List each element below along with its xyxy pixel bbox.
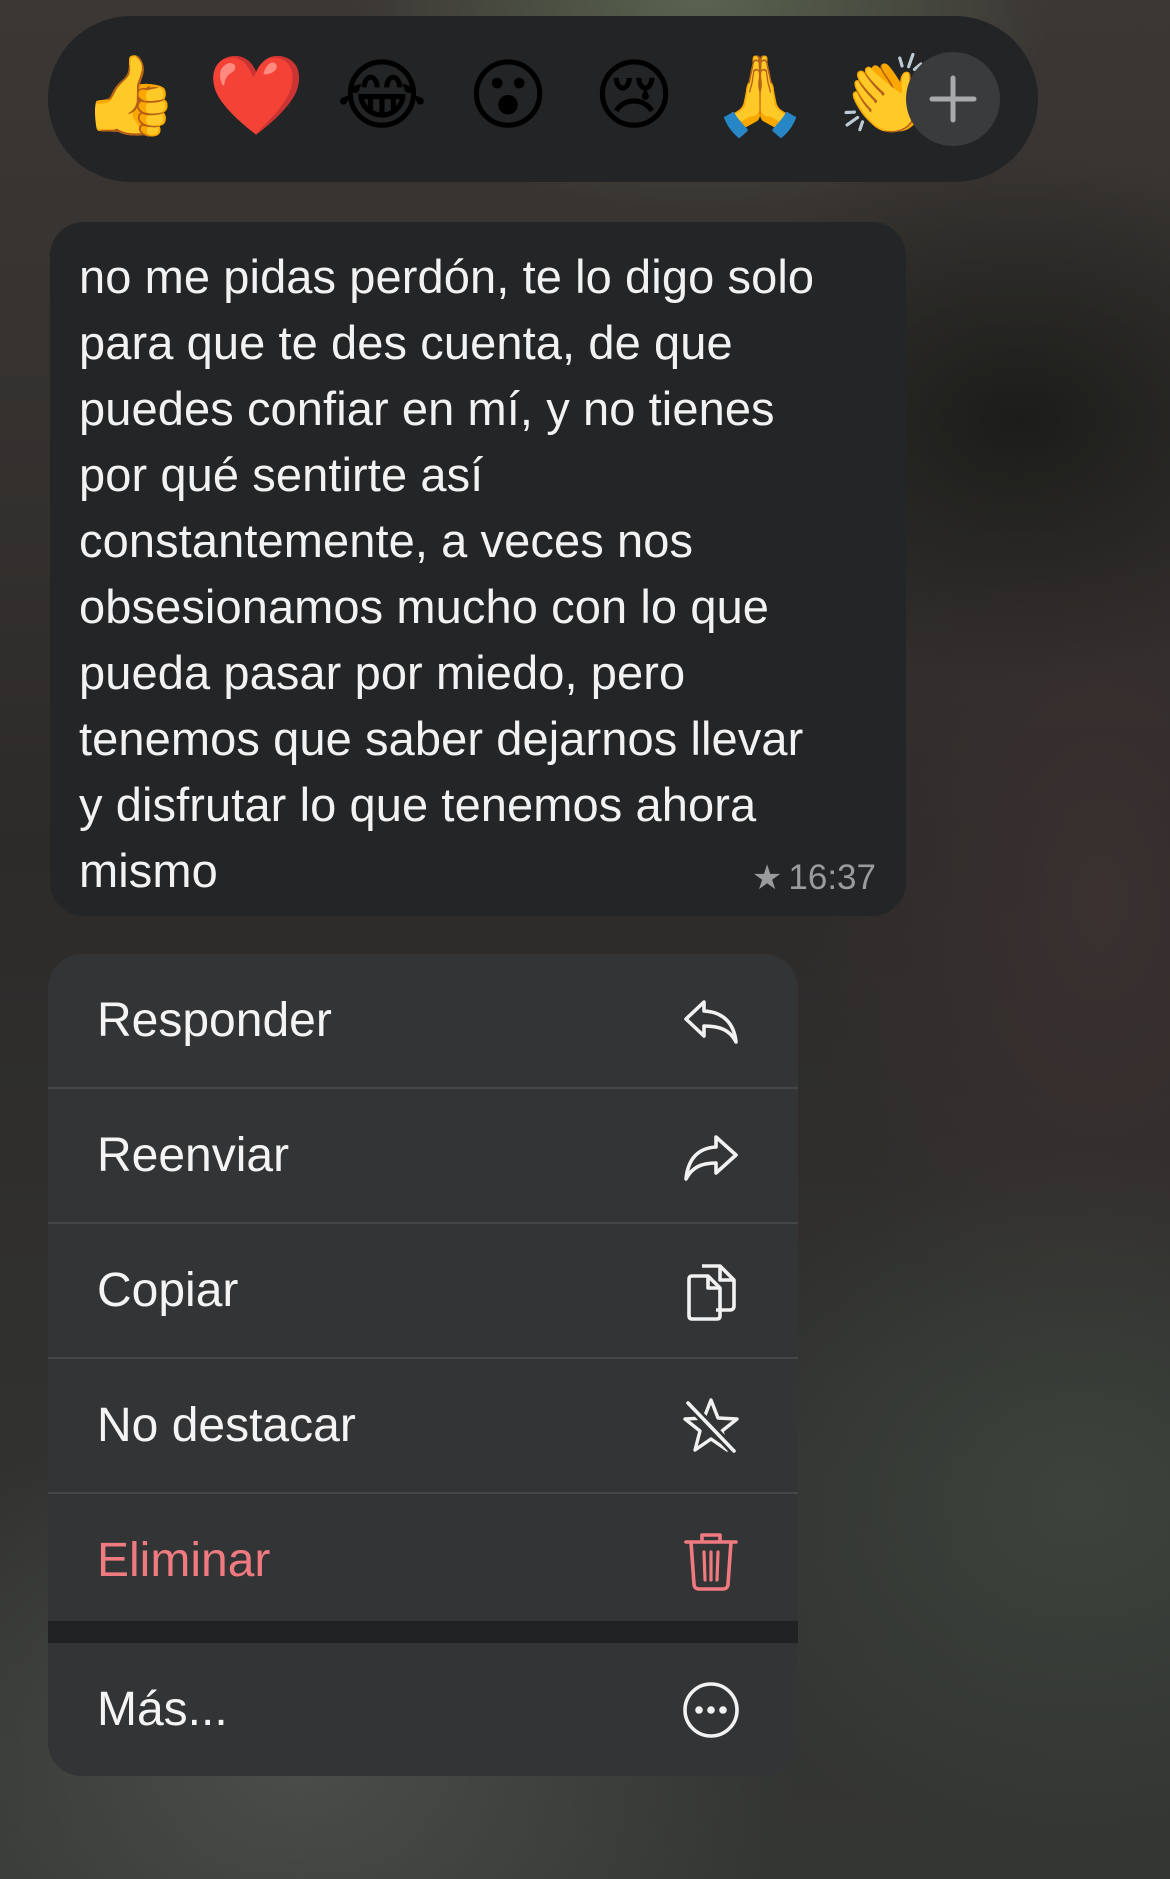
forward-menu-item[interactable]: Reenviar <box>48 1089 798 1222</box>
unstar-menu-item[interactable]: No destacar <box>48 1359 798 1492</box>
trash-icon <box>684 1533 738 1591</box>
message-time: 16:37 <box>788 858 876 897</box>
red-heart-reaction[interactable]: ❤️ <box>206 46 306 146</box>
surprised-face-reaction[interactable]: 😮 <box>458 46 558 146</box>
more-label: Más... <box>97 1683 228 1736</box>
more-menu-item[interactable]: Más... <box>48 1643 798 1776</box>
copy-menu-item[interactable]: Copiar <box>48 1224 798 1357</box>
reply-arrow-icon <box>684 1000 738 1044</box>
plus-icon <box>929 75 977 123</box>
menu-section-gap <box>48 1621 798 1643</box>
message-context-menu: Responder Reenviar Copiar No destacar El… <box>48 954 798 1776</box>
folded-hands-reaction[interactable]: 🙏 <box>710 46 810 146</box>
forward-arrow-icon <box>684 1135 738 1181</box>
tears-of-joy-reaction[interactable]: 😂 <box>332 46 432 146</box>
reply-menu-item[interactable]: Responder <box>48 954 798 1087</box>
message-meta: ★ 16:37 <box>752 858 876 898</box>
delete-menu-item[interactable]: Eliminar <box>48 1494 798 1627</box>
reply-label: Responder <box>97 994 332 1047</box>
forward-label: Reenviar <box>97 1129 290 1182</box>
reaction-bar: 👍 ❤️ 😂 😮 😢 🙏 👏 <box>48 16 1038 182</box>
star-icon: ★ <box>751 859 783 897</box>
delete-label: Eliminar <box>97 1534 271 1587</box>
ellipsis-circle-icon <box>683 1682 739 1738</box>
crying-face-reaction[interactable]: 😢 <box>584 46 684 146</box>
add-reaction-button[interactable] <box>906 52 1000 146</box>
message-bubble[interactable]: no me pidas perdón, te lo digo solo para… <box>50 222 906 916</box>
copy-icon <box>687 1264 736 1321</box>
unstar-label: No destacar <box>97 1399 356 1452</box>
message-text: no me pidas perdón, te lo digo solo para… <box>79 250 815 897</box>
unstar-icon <box>683 1398 739 1455</box>
copy-label: Copiar <box>97 1264 239 1317</box>
thumbs-up-reaction[interactable]: 👍 <box>80 46 180 146</box>
